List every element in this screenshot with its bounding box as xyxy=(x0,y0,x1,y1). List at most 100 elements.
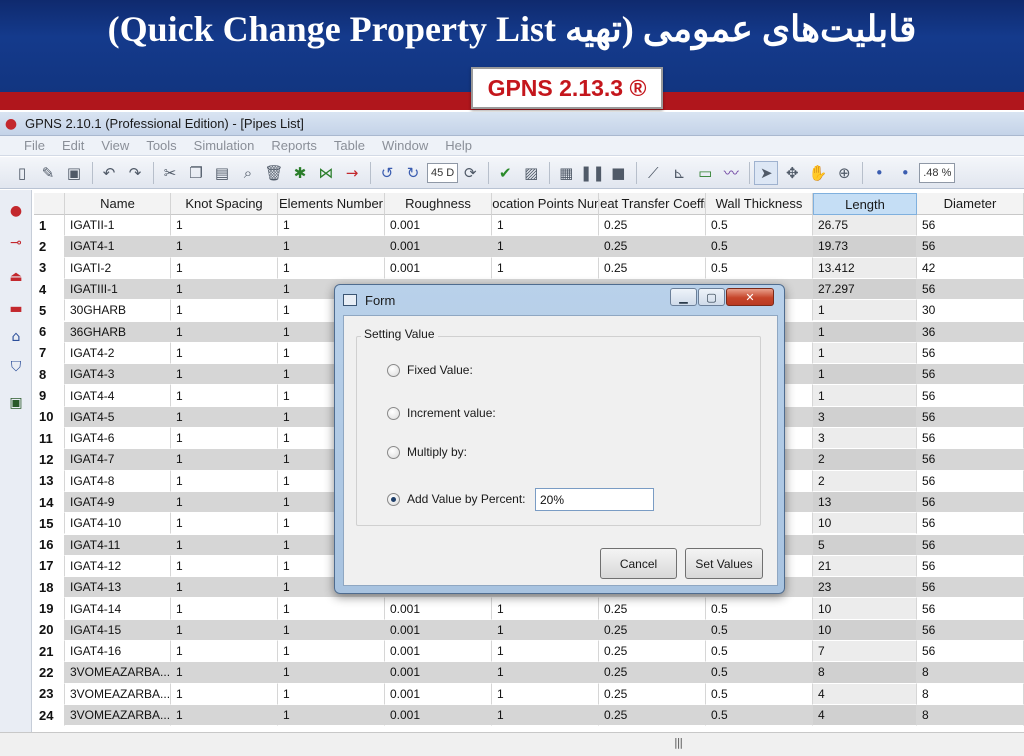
check-icon[interactable]: ✔ xyxy=(493,161,517,185)
cell-diameter[interactable]: 56 xyxy=(917,641,1024,663)
cell-name[interactable]: 3VOMEAZARBA... xyxy=(65,683,171,705)
cell-heat-transfer[interactable]: 0.25 xyxy=(599,662,706,684)
search-icon[interactable]: ⌕ xyxy=(236,161,260,185)
cell-roughness[interactable]: 0.001 xyxy=(385,704,492,727)
cell-length[interactable]: 19.73 xyxy=(813,236,917,258)
cell-wall-thickness[interactable]: 0.5 xyxy=(706,236,813,258)
cell-name[interactable]: IGAT4-15 xyxy=(65,619,171,641)
cell-length[interactable]: 1 xyxy=(813,321,917,343)
cell-location-points[interactable]: 1 xyxy=(492,598,599,620)
option-multiply-by[interactable]: Multiply by: xyxy=(387,445,467,459)
cell-knot-spacing[interactable]: 1 xyxy=(171,257,278,279)
cell-length[interactable]: 4 xyxy=(813,704,917,727)
cell-name[interactable]: 36GHARB xyxy=(65,321,171,343)
refresh-icon[interactable]: ⟳ xyxy=(458,161,482,185)
cell-name[interactable]: IGAT4-1 xyxy=(65,236,171,258)
cell-knot-spacing[interactable]: 1 xyxy=(171,428,278,450)
cell-name[interactable]: IGAT4-7 xyxy=(65,449,171,471)
cell-diameter[interactable]: 56 xyxy=(917,470,1024,492)
cell-elements-number[interactable]: 1 xyxy=(278,704,385,727)
chart-axes-icon[interactable]: ⊾ xyxy=(667,161,691,185)
close-button[interactable]: ✕ xyxy=(726,288,774,306)
cell-length[interactable]: 1 xyxy=(813,385,917,407)
table-row[interactable]: 2 IGAT4-1 1 1 0.001 1 0.25 0.5 19.73 56 xyxy=(34,236,1024,258)
cell-name[interactable]: 30GHARB xyxy=(65,300,171,322)
pause-icon[interactable]: ❚❚ xyxy=(580,161,605,185)
cell-name[interactable]: IGAT4-13 xyxy=(65,577,171,599)
new-file-icon[interactable]: ▯ xyxy=(10,161,34,185)
sink-icon[interactable]: ⛉ xyxy=(6,358,26,376)
cell-name[interactable]: IGATI-2 xyxy=(65,257,171,279)
percent-input[interactable] xyxy=(535,488,654,511)
cell-name[interactable]: IGAT4-6 xyxy=(65,428,171,450)
menu-table[interactable]: Table xyxy=(334,138,365,153)
cell-diameter[interactable]: 56 xyxy=(917,406,1024,428)
cell-diameter[interactable]: 56 xyxy=(917,278,1024,301)
cell-name[interactable]: IGATIII-1 xyxy=(65,278,171,301)
cell-roughness[interactable]: 0.001 xyxy=(385,683,492,705)
cell-name[interactable]: IGATII-1 xyxy=(65,215,171,237)
copy-icon[interactable]: ❐ xyxy=(184,161,208,185)
cell-length[interactable]: 21 xyxy=(813,555,917,578)
cell-location-points[interactable]: 1 xyxy=(492,215,599,237)
table-row[interactable]: 21 IGAT4-16 1 1 0.001 1 0.25 0.5 7 56 xyxy=(34,641,1024,663)
cell-elements-number[interactable]: 1 xyxy=(278,257,385,279)
cell-length[interactable]: 27.297 xyxy=(813,278,917,301)
connect-node-icon[interactable]: ⋈ xyxy=(314,161,338,185)
cell-name[interactable]: IGAT4-2 xyxy=(65,342,171,365)
cell-length[interactable]: 3 xyxy=(813,406,917,428)
cell-knot-spacing[interactable]: 1 xyxy=(171,534,278,556)
cell-knot-spacing[interactable]: 1 xyxy=(171,449,278,471)
open-file-icon[interactable]: ✎ xyxy=(36,161,60,185)
rotate-right-icon[interactable]: ↻ xyxy=(401,161,425,185)
column-header-roughness[interactable]: Roughness xyxy=(385,193,492,215)
cell-name[interactable]: IGAT4-16 xyxy=(65,641,171,663)
cell-knot-spacing[interactable]: 1 xyxy=(171,641,278,663)
cell-knot-spacing[interactable]: 1 xyxy=(171,236,278,258)
cell-heat-transfer[interactable]: 0.25 xyxy=(599,215,706,237)
cell-location-points[interactable]: 1 xyxy=(492,257,599,279)
cell-knot-spacing[interactable]: 1 xyxy=(171,683,278,705)
monitor-icon[interactable]: ▭ xyxy=(693,161,717,185)
cell-length[interactable]: 7 xyxy=(813,641,917,663)
graph-icon[interactable]: 〰 xyxy=(719,161,743,185)
cell-length[interactable]: 5 xyxy=(813,534,917,556)
cell-elements-number[interactable]: 1 xyxy=(278,662,385,684)
cell-diameter[interactable]: 56 xyxy=(917,577,1024,599)
column-header-name[interactable]: Name xyxy=(65,193,171,215)
cell-wall-thickness[interactable]: 0.5 xyxy=(706,683,813,705)
zoom-icon[interactable]: ⊕ xyxy=(832,161,856,185)
cell-elements-number[interactable]: 1 xyxy=(278,236,385,258)
cell-diameter[interactable]: 56 xyxy=(917,215,1024,237)
cell-length[interactable]: 2 xyxy=(813,449,917,471)
rotate-left-icon[interactable]: ↺ xyxy=(375,161,399,185)
paste-icon[interactable]: ▤ xyxy=(210,161,234,185)
cell-elements-number[interactable]: 1 xyxy=(278,619,385,641)
cell-length[interactable]: 1 xyxy=(813,300,917,322)
cell-elements-number[interactable]: 1 xyxy=(278,215,385,237)
cell-elements-number[interactable]: 1 xyxy=(278,598,385,620)
scrollbar-grip-icon[interactable]: ||| xyxy=(674,736,683,749)
pipe-icon[interactable]: ⊸ xyxy=(6,234,26,252)
cell-elements-number[interactable]: 1 xyxy=(278,683,385,705)
cell-location-points[interactable]: 1 xyxy=(492,236,599,258)
cell-length[interactable]: 1 xyxy=(813,342,917,365)
cell-location-points[interactable]: 1 xyxy=(492,641,599,663)
cell-name[interactable]: 3VOMEAZARBA... xyxy=(65,704,171,727)
cell-knot-spacing[interactable]: 1 xyxy=(171,619,278,641)
menu-view[interactable]: View xyxy=(101,138,129,153)
radio-fixed-value[interactable] xyxy=(387,363,400,377)
table-row[interactable]: 24 3VOMEAZARBA... 1 1 0.001 1 0.25 0.5 4 8 xyxy=(34,704,1024,727)
dot-small-icon[interactable]: • xyxy=(893,161,917,185)
column-header-length[interactable]: Length xyxy=(813,193,917,215)
cell-elements-number[interactable]: 1 xyxy=(278,641,385,663)
cell-heat-transfer[interactable]: 0.25 xyxy=(599,683,706,705)
cell-length[interactable]: 1 xyxy=(813,364,917,386)
cell-name[interactable]: IGAT4-11 xyxy=(65,534,171,556)
cell-diameter[interactable]: 56 xyxy=(917,598,1024,620)
option-fixed-value[interactable]: Fixed Value: xyxy=(387,363,473,377)
table-row[interactable]: 22 3VOMEAZARBA... 1 1 0.001 1 0.25 0.5 8 8 xyxy=(34,662,1024,684)
cell-wall-thickness[interactable]: 0.5 xyxy=(706,704,813,727)
cell-knot-spacing[interactable]: 1 xyxy=(171,406,278,428)
cell-name[interactable]: IGAT4-5 xyxy=(65,406,171,428)
